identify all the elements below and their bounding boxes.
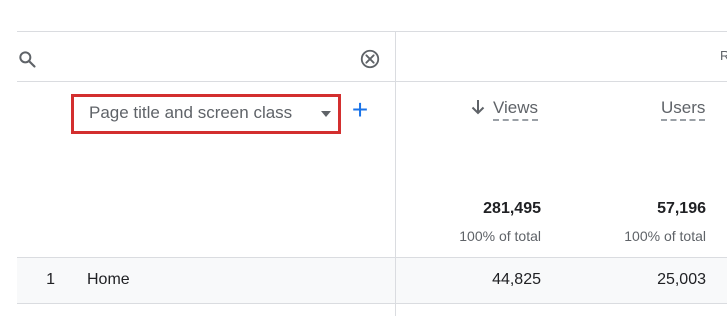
row-page-title[interactable]: Home <box>87 271 130 289</box>
table-row-column-divider <box>395 258 396 303</box>
views-total: 281,495 <box>483 200 541 217</box>
truncated-control-label: R <box>720 48 727 63</box>
row-index: 1 <box>46 271 55 288</box>
dropdown-caret-icon <box>321 111 331 117</box>
views-header-label: Views <box>493 98 539 121</box>
search-input[interactable] <box>44 46 348 72</box>
clear-search-icon[interactable] <box>359 48 381 70</box>
sort-descending-icon <box>471 100 485 115</box>
views-column-header[interactable]: Views <box>471 98 539 121</box>
dimension-dropdown[interactable]: Page title and screen class <box>71 94 341 134</box>
search-icon <box>19 51 36 68</box>
data-row-divider <box>17 303 727 304</box>
users-column-header[interactable]: Users <box>661 98 706 121</box>
add-dimension-button[interactable]: + <box>349 96 371 124</box>
users-total-percent: 100% of total <box>624 228 706 244</box>
views-total-percent: 100% of total <box>459 228 541 244</box>
users-header-label: Users <box>661 98 706 121</box>
search-row-divider <box>17 81 727 82</box>
row-views-value: 44,825 <box>492 271 541 288</box>
top-divider <box>17 31 727 32</box>
dimension-label: Page title and screen class <box>89 103 293 122</box>
table-row-top-border <box>17 257 727 258</box>
row-users-value: 25,003 <box>657 271 706 288</box>
users-total: 57,196 <box>657 200 706 217</box>
